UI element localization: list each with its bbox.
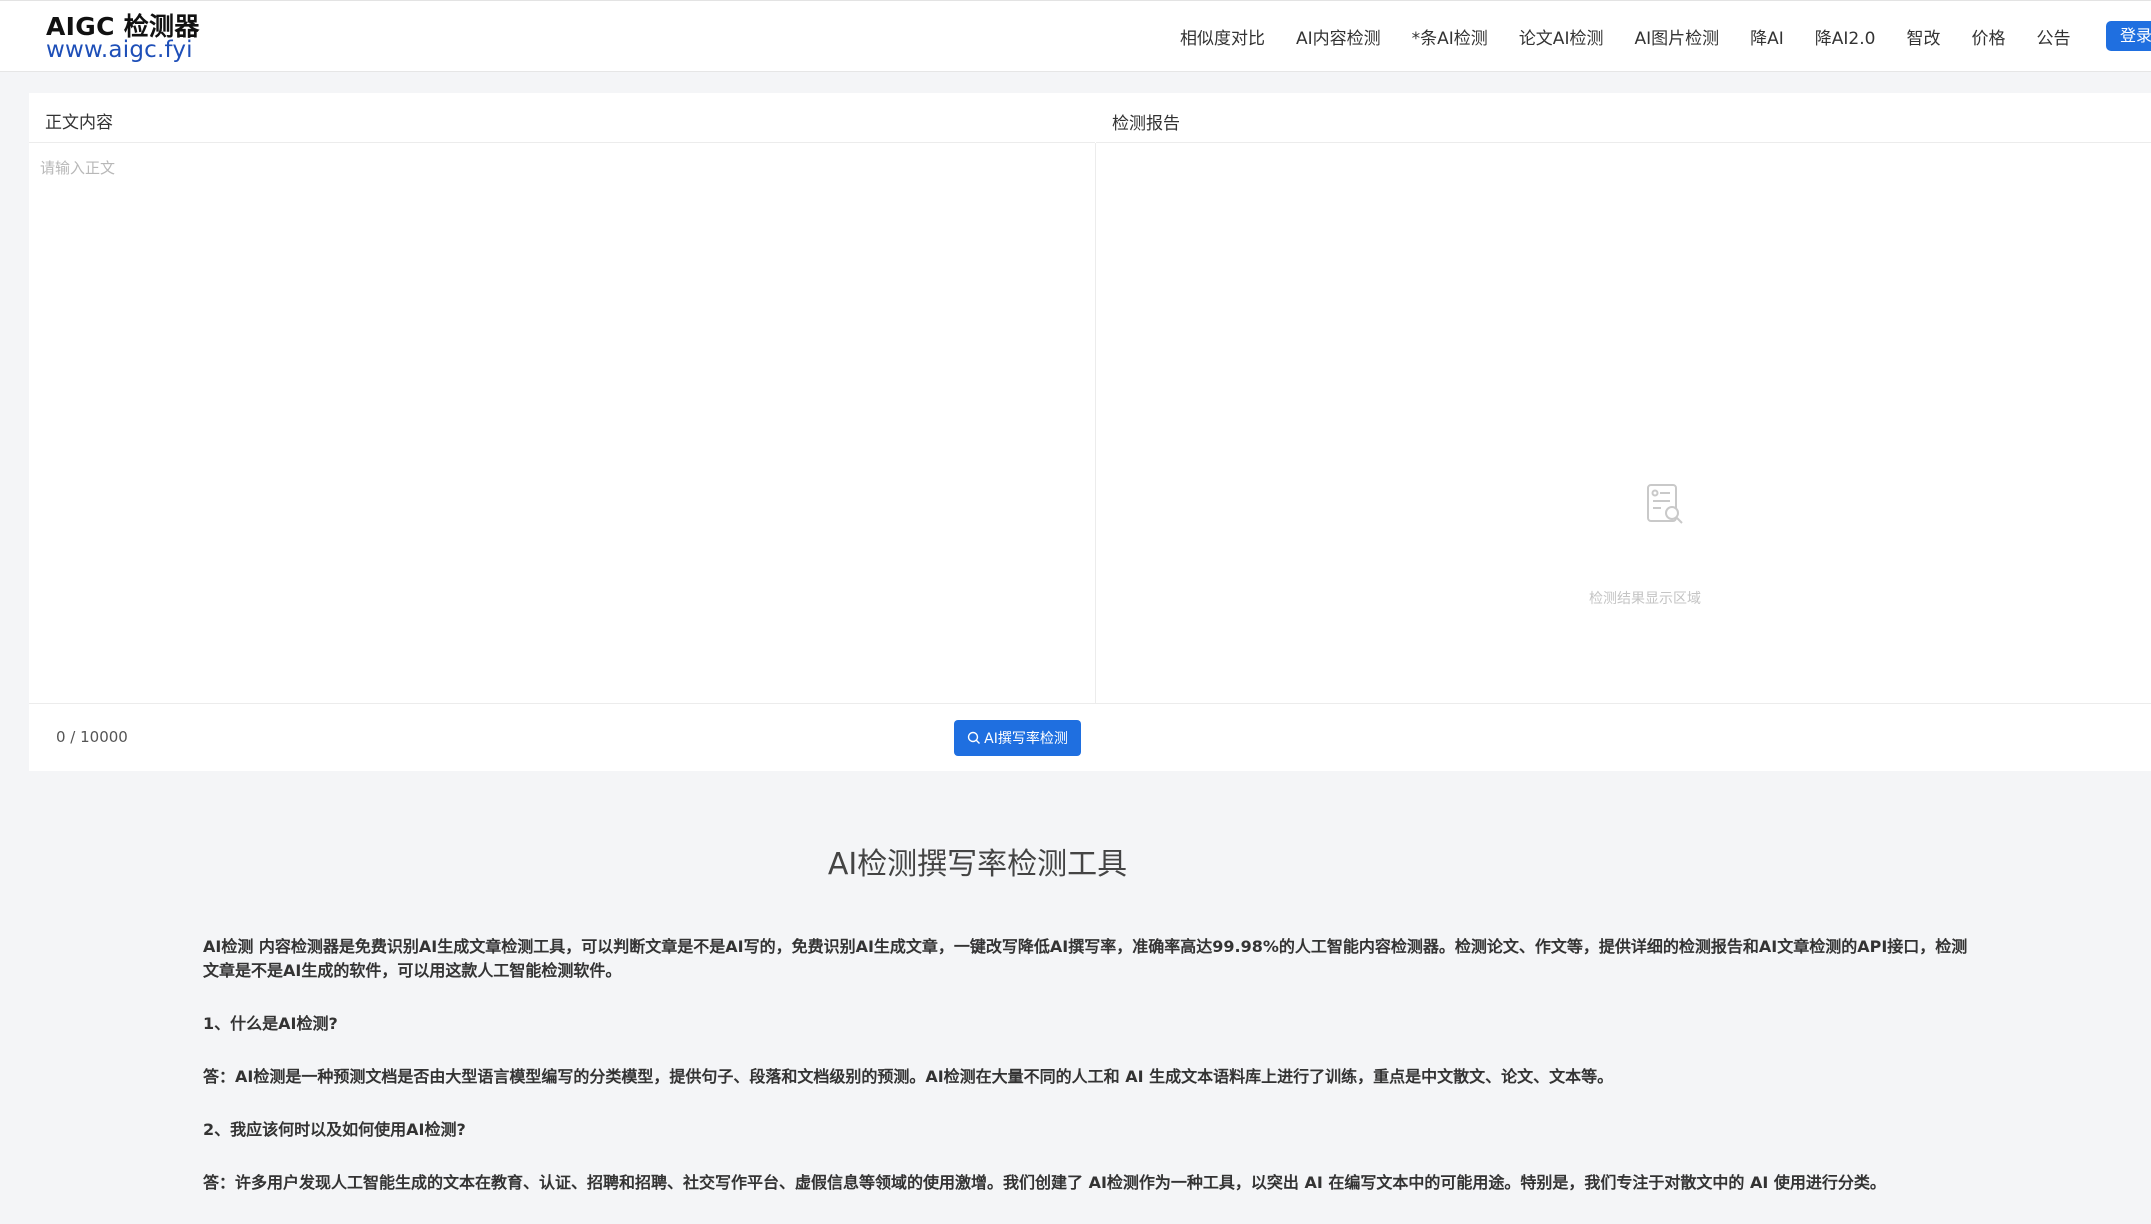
nav-smart-rewrite[interactable]: 智改 [1906,24,1940,49]
nav-ai-content-detect[interactable]: AI内容检测 [1296,24,1381,49]
content-header: 正文内容 [29,93,1095,143]
nav-reduce-ai-2[interactable]: 降AI2.0 [1815,24,1876,49]
faq-answer-2: 答：许多用户发现人工智能生成的文本在教育、认证、招聘和招聘、社交写作平台、虚假信… [203,1173,1886,1192]
nav-ai-image-detect[interactable]: AI图片检测 [1634,24,1719,49]
nav-pricing[interactable]: 价格 [1971,24,2005,49]
nav-paper-ai-detect[interactable]: 论文AI检测 [1519,24,1604,49]
detection-panel: 正文内容 检测报告 检测结果显示区域 0 / 10000 AI撰写率 [29,93,2151,771]
intro-paragraph: AI检测 内容检测器是免费识别AI生成文章检测工具，可以判断文章是不是AI写的，… [203,937,1968,980]
faq-question-1: 1、什么是AI检测? [203,1014,338,1033]
editor-footer: 0 / 10000 AI撰写率检测 [29,703,2151,771]
nav-announcements[interactable]: 公告 [2036,24,2070,49]
intro-section: AI检测撰写率检测工具 AI检测 内容检测器是免费识别AI生成文章检测工具，可以… [0,771,2151,1211]
logo-url[interactable]: www.aigc.fyi [46,37,193,63]
faq-question-2: 2、我应该何时以及如何使用AI检测? [203,1120,466,1139]
char-counter: 0 / 10000 [56,728,128,746]
report-area: 检测结果显示区域 [1096,143,2151,703]
empty-state-text: 检测结果显示区域 [1589,591,1701,607]
content-textarea[interactable] [29,143,1095,703]
main-nav: 相似度对比 AI内容检测 *条AI检测 论文AI检测 AI图片检测 降AI 降A… [1180,1,2101,71]
login-button[interactable]: 登录 [2106,21,2151,51]
nav-reduce-ai[interactable]: 降AI [1750,24,1784,49]
intro-body: AI检测 内容检测器是免费识别AI生成文章检测工具，可以判断文章是不是AI写的，… [203,935,1983,1224]
search-icon [967,731,981,744]
intro-title: AI检测撰写率检测工具 [827,847,1128,882]
ai-detect-label: AI撰写率检测 [984,731,1068,747]
top-navigation-bar: AIGC 检测器 www.aigc.fyi 相似度对比 AI内容检测 *条AI检… [0,0,2151,72]
faq-answer-1: 答：AI检测是一种预测文档是否由大型语言模型编写的分类模型，提供句子、段落和文档… [203,1067,1614,1086]
report-title: 检测报告 [1112,114,1180,134]
nav-batch-ai-detect[interactable]: *条AI检测 [1412,24,1488,49]
ai-detect-button[interactable]: AI撰写率检测 [954,720,1081,756]
report-header: 检测报告 [1096,93,2151,143]
content-title: 正文内容 [45,113,113,133]
nav-similarity-compare[interactable]: 相似度对比 [1180,24,1265,49]
document-search-icon [1643,482,1687,530]
